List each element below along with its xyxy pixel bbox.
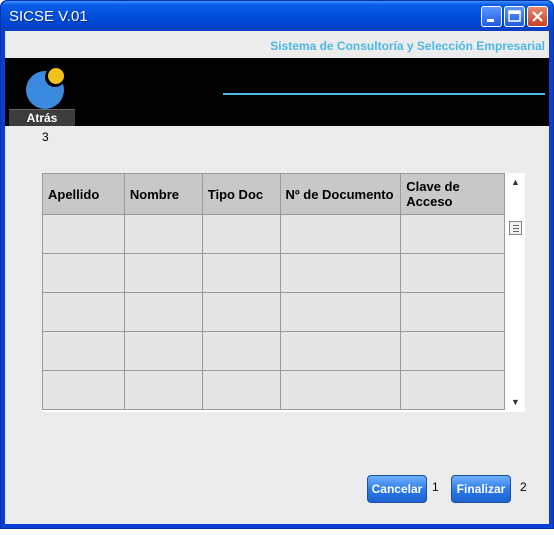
table-cell[interactable]	[400, 331, 505, 371]
table-scrollbar[interactable]: ▲ ▼	[507, 173, 525, 412]
table-cell[interactable]	[123, 370, 203, 410]
table-cell[interactable]	[42, 253, 125, 293]
cancel-button[interactable]: Cancelar	[367, 475, 427, 503]
table-cell[interactable]	[201, 370, 281, 410]
table-cell[interactable]	[123, 292, 203, 332]
minimize-icon	[487, 19, 494, 22]
banner-divider	[223, 93, 545, 95]
table-cell[interactable]	[400, 370, 505, 410]
logo-icon	[26, 67, 65, 109]
scroll-down-icon[interactable]: ▼	[511, 397, 520, 407]
table-cell[interactable]	[400, 214, 505, 254]
table-cell[interactable]	[279, 331, 402, 371]
table-cell[interactable]	[279, 292, 402, 332]
column-header-clave-acceso[interactable]: Clave de Acceso	[400, 173, 505, 215]
table-cell[interactable]	[201, 253, 281, 293]
maximize-button[interactable]	[504, 6, 525, 27]
close-icon	[532, 11, 543, 22]
table-row[interactable]	[42, 331, 505, 371]
table-cell[interactable]	[42, 370, 125, 410]
column-header-nombre[interactable]: Nombre	[123, 173, 203, 215]
app-window: SICSE V.01 Sistema de Consultoría y Sele…	[0, 0, 554, 529]
table-cell[interactable]	[201, 331, 281, 371]
table-cell[interactable]	[400, 253, 505, 293]
table-cell[interactable]	[42, 214, 125, 254]
maximize-icon	[508, 10, 521, 22]
table-cell[interactable]	[123, 214, 203, 254]
finish-button[interactable]: Finalizar	[451, 475, 511, 503]
candidates-table: Apellido Nombre Tipo Doc Nº de Documento…	[42, 173, 525, 412]
app-subtitle: Sistema de Consultoría y Selección Empre…	[270, 39, 545, 53]
table-cell[interactable]	[201, 292, 281, 332]
table-cell[interactable]	[123, 331, 203, 371]
table-cell[interactable]	[42, 331, 125, 371]
table-cell[interactable]	[201, 214, 281, 254]
header-banner	[5, 58, 549, 126]
finish-number: 2	[520, 480, 527, 494]
table-cell[interactable]	[279, 253, 402, 293]
table-row[interactable]	[42, 214, 505, 254]
back-number: 3	[42, 130, 49, 144]
table-row[interactable]	[42, 292, 505, 332]
title-bar[interactable]: SICSE V.01	[1, 1, 553, 31]
table-cell[interactable]	[279, 214, 402, 254]
column-header-tipo-doc[interactable]: Tipo Doc	[201, 173, 281, 215]
table-header-row: Apellido Nombre Tipo Doc Nº de Documento…	[42, 173, 505, 215]
table-row[interactable]	[42, 370, 505, 410]
minimize-button[interactable]	[481, 6, 502, 27]
scroll-thumb[interactable]	[509, 221, 522, 235]
table-cell[interactable]	[42, 292, 125, 332]
column-header-num-documento[interactable]: Nº de Documento	[279, 173, 402, 215]
table-cell[interactable]	[279, 370, 402, 410]
column-header-apellido[interactable]: Apellido	[42, 173, 125, 215]
table-cell[interactable]	[123, 253, 203, 293]
back-button[interactable]: Atrás	[9, 109, 75, 126]
candidates-grid: Apellido Nombre Tipo Doc Nº de Documento…	[42, 173, 505, 410]
close-button[interactable]	[527, 6, 548, 27]
scroll-up-icon[interactable]: ▲	[511, 177, 520, 187]
window-title: SICSE V.01	[9, 8, 88, 25]
cancel-number: 1	[432, 480, 439, 494]
table-row[interactable]	[42, 253, 505, 293]
client-area: Sistema de Consultoría y Selección Empre…	[5, 31, 549, 524]
table-cell[interactable]	[400, 292, 505, 332]
